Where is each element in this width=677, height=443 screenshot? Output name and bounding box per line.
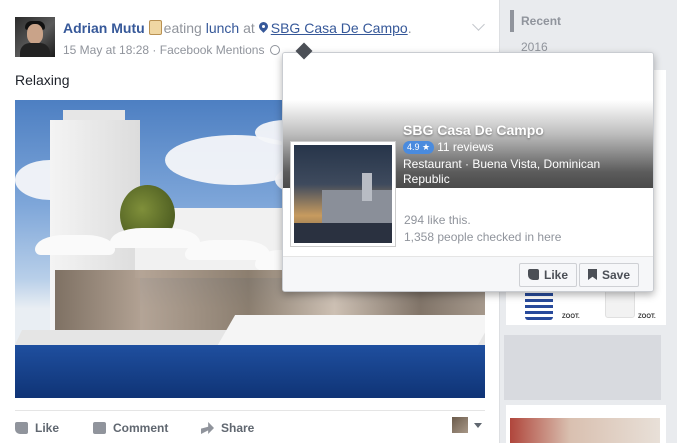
post-action-bar: Like Comment Share [15,410,485,443]
place-category: Restaurant · Buena Vista, Dominican Repu… [403,157,601,186]
hover-card-footer: Like Save [283,256,653,291]
place-likes: 294 like this. [404,213,471,227]
page-like-label: Like [544,268,569,282]
eating-icon [148,20,162,35]
place-checkins: 1,358 people checked in here [404,230,562,244]
page-save-button[interactable]: Save [579,263,640,287]
ad-brand-left: ZOOT. [562,314,580,320]
post-message: Relaxing [15,72,70,88]
share-icon [201,422,214,434]
bookmark-icon [588,269,597,280]
caret-down-icon[interactable] [474,423,482,428]
activity-verb: eating [163,20,202,36]
location-pin-icon [259,22,268,34]
ad-product-stack [525,290,553,320]
header-period: . [407,20,412,36]
comment-label: Comment [113,421,169,435]
rail-bottom-image[interactable] [510,418,660,443]
recent-link[interactable]: Recent [521,14,561,28]
comment-icon [93,422,106,434]
author-avatar[interactable] [15,17,55,57]
place-name-link[interactable]: SBG Casa De Campo [403,122,544,138]
meta-separator: · [149,43,160,57]
place-link[interactable]: SBG Casa De Campo [271,20,408,36]
comment-button[interactable]: Comment [93,421,168,435]
at-word: at [243,20,255,36]
ad-product-cup [605,290,635,318]
recent-indicator [510,10,514,32]
globe-icon[interactable] [270,45,281,55]
thumbs-up-icon [528,269,539,280]
post-meta: 15 May at 18:28 · Facebook Mentions [63,43,281,57]
reactor-avatar[interactable] [452,417,468,433]
share-button[interactable]: Share [201,421,254,435]
like-button[interactable]: Like [15,421,59,435]
place-rating: 4.9 ★ 11 reviews [403,140,494,154]
place-hover-card: SBG Casa De Campo 4.9 ★ 11 reviews Restau… [282,52,654,292]
chevron-down-icon[interactable] [472,18,485,31]
page-like-button[interactable]: Like [519,263,578,287]
ad-brand-right: ZOOT. [638,314,656,320]
rating-badge: 4.9 ★ [403,141,435,154]
page-save-label: Save [602,268,631,282]
post-source[interactable]: Facebook Mentions [160,43,265,57]
activity-object-link[interactable]: lunch [206,20,239,36]
place-profile-photo[interactable] [290,141,396,247]
like-label: Like [35,421,60,435]
post-header: Adrian Mutu eating lunch at SBG Casa De Ca… [63,20,412,36]
reviews-link[interactable]: 11 reviews [437,140,493,154]
rail-placeholder-block [504,335,661,400]
thumbs-up-icon [15,422,28,434]
post-timestamp[interactable]: 15 May at 18:28 [63,43,149,57]
author-name-link[interactable]: Adrian Mutu [63,20,145,36]
share-label: Share [221,421,255,435]
